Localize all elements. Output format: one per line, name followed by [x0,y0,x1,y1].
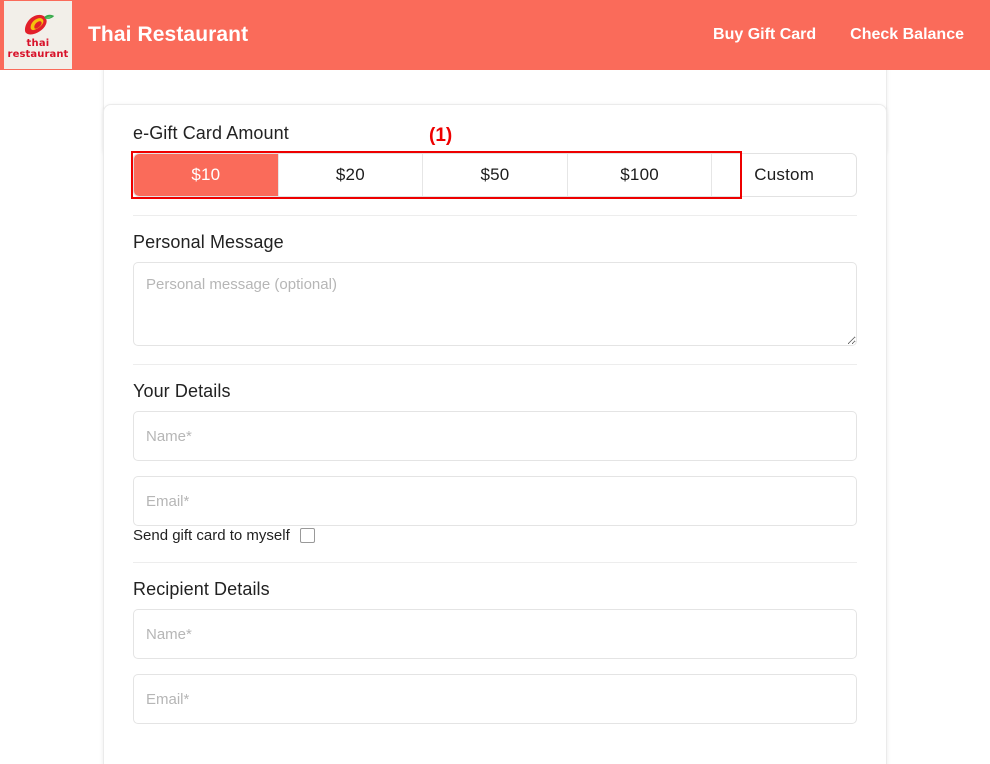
your-details-fields [133,411,857,526]
your-name-input[interactable] [133,411,857,461]
send-to-myself-label: Send gift card to myself [133,527,290,544]
annotation-label-1: (1) [429,125,453,146]
brand-block[interactable]: thai restaurant Thai Restaurant [0,1,248,69]
recipient-name-input[interactable] [133,609,857,659]
page-body: e-Gift Card Amount (1) $10 $20 $50 $100 … [0,70,990,764]
your-details-title: Your Details [133,381,231,401]
your-email-input[interactable] [133,476,857,526]
amount-selector-wrap: (1) $10 $20 $50 $100 Custom [131,125,857,199]
recipient-details-title: Recipient Details [133,579,270,599]
logo-word-restaurant: restaurant [7,49,69,60]
amount-option-20[interactable]: $20 [278,154,424,196]
logo-word-thai: thai [26,38,50,49]
amount-option-100[interactable]: $100 [567,154,713,196]
divider-after-message [133,364,857,365]
nav-link-buy-gift-card[interactable]: Buy Gift Card [713,26,816,44]
site-header: thai restaurant Thai Restaurant Buy Gift… [0,0,990,70]
message-section-title: Personal Message [133,232,284,252]
header-nav: Buy Gift Card Check Balance [713,26,990,44]
chili-pepper-icon [25,14,55,35]
amount-selector-group: $10 $20 $50 $100 Custom [133,153,857,197]
gift-card-form-card: e-Gift Card Amount (1) $10 $20 $50 $100 … [103,104,887,764]
amount-section-title: e-Gift Card Amount [133,123,289,143]
amount-option-10[interactable]: $10 [134,154,279,196]
brand-title: Thai Restaurant [88,23,249,46]
recipient-email-input[interactable] [133,674,857,724]
send-to-myself-row[interactable]: Send gift card to myself [133,527,857,544]
send-to-myself-checkbox[interactable] [299,528,315,543]
site-logo[interactable]: thai restaurant [4,1,72,69]
message-field-wrap [133,262,857,346]
amount-option-50[interactable]: $50 [423,154,568,196]
personal-message-input[interactable] [133,262,857,346]
divider-after-your-details [133,562,857,563]
divider-after-amount [133,215,857,216]
amount-option-custom[interactable]: Custom [712,154,856,196]
recipient-details-fields [133,609,857,724]
nav-link-check-balance[interactable]: Check Balance [850,26,964,44]
